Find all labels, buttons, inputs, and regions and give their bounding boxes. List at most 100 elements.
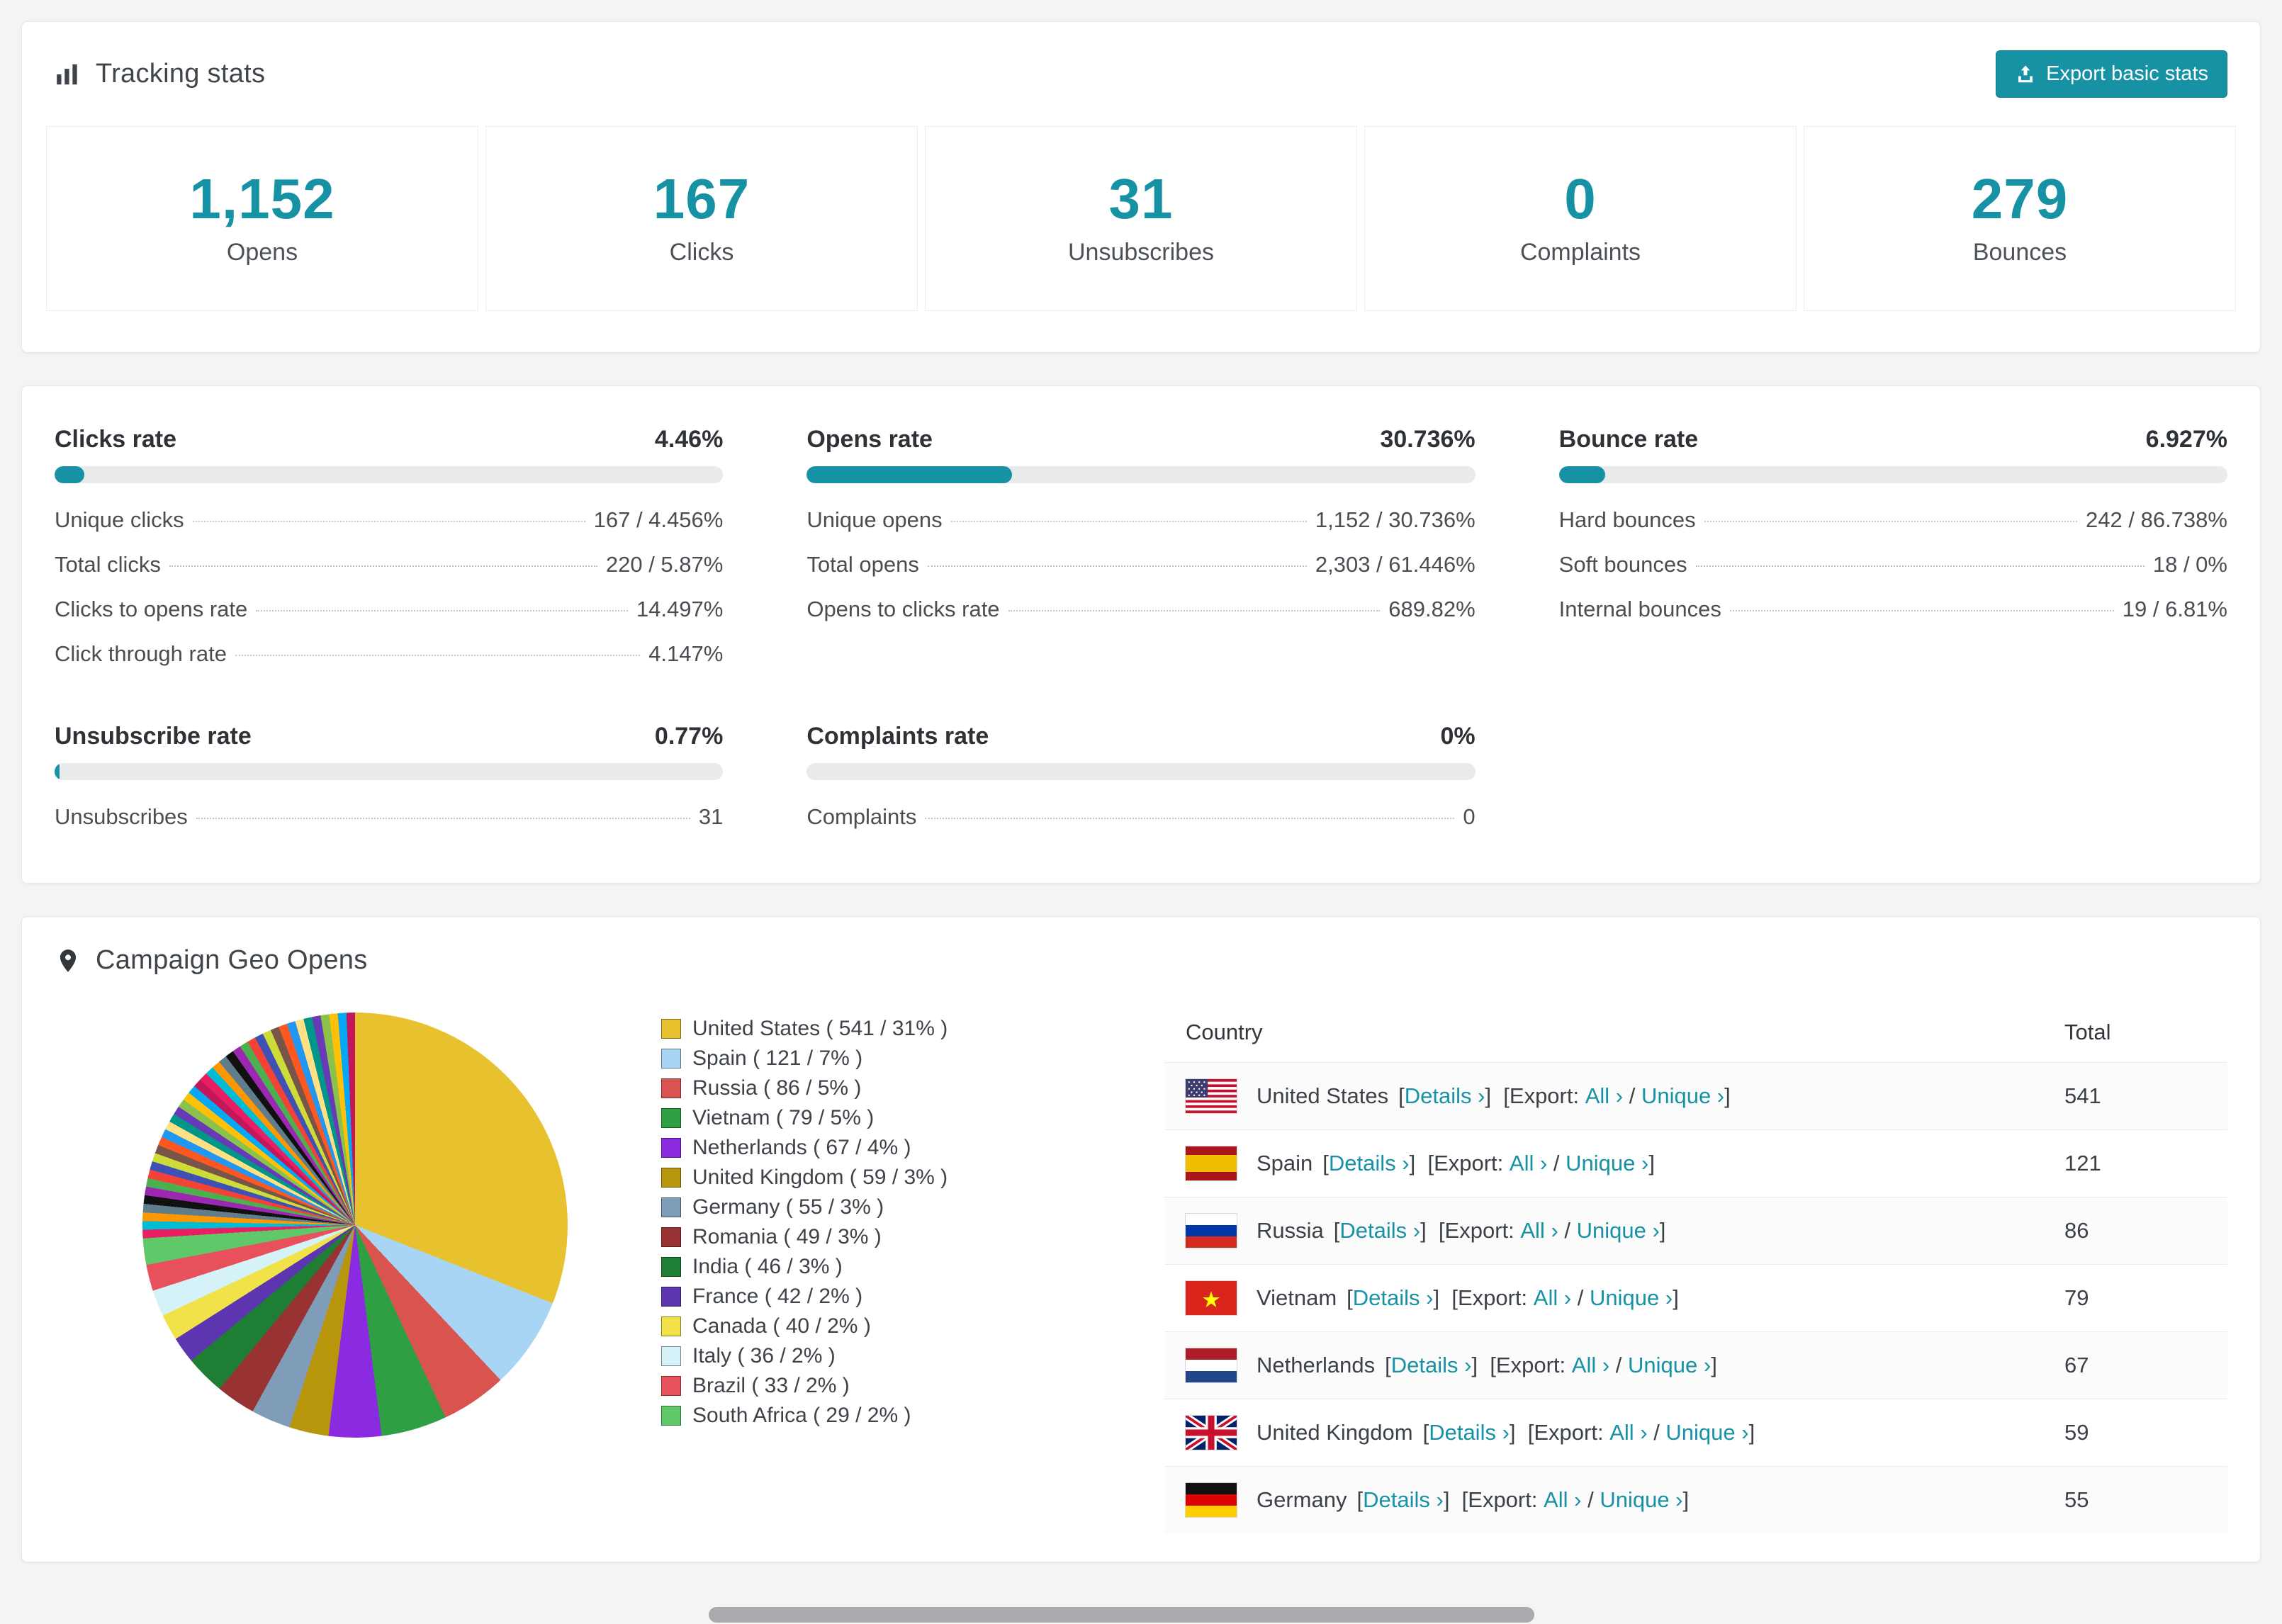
country-name: Germany — [1257, 1487, 1347, 1512]
legend-label: South Africa ( 29 / 2% ) — [692, 1404, 911, 1427]
legend-label: Romania ( 49 / 3% ) — [692, 1225, 882, 1248]
rate-value: 0.77% — [654, 723, 724, 750]
details-link[interactable]: Details › — [1405, 1083, 1485, 1109]
geo-table-header: Country Total — [1164, 1001, 2227, 1062]
country-total: 55 — [2064, 1487, 2089, 1512]
details-link[interactable]: Details › — [1429, 1420, 1510, 1445]
geo-table: Country Total United States[Details ›] [… — [1164, 1001, 2227, 1533]
export-all-link[interactable]: All › — [1585, 1083, 1623, 1109]
separator: / — [1647, 1420, 1666, 1445]
flag-es-icon — [1186, 1146, 1237, 1180]
details-link[interactable]: Details › — [1391, 1353, 1472, 1378]
export-unique-link[interactable]: Unique › — [1628, 1353, 1711, 1378]
rate-row: Total opens 2,303 / 61.446% — [806, 542, 1475, 587]
export-unique-link[interactable]: Unique › — [1590, 1285, 1673, 1311]
country-cell: Netherlands[Details ›] [Export: All › / … — [1186, 1348, 2064, 1382]
legend-swatch — [661, 1019, 681, 1039]
flag-ru-icon — [1186, 1214, 1237, 1248]
stat-label: Complaints — [1519, 239, 1641, 266]
rate-block-complaints: Complaints rate 0% Complaints 0 — [806, 723, 1476, 839]
dotted-leader — [256, 610, 628, 611]
dotted-leader — [1704, 521, 2078, 522]
legend-label: Vietnam ( 79 / 5% ) — [692, 1106, 875, 1129]
country-name: Netherlands — [1257, 1353, 1376, 1377]
rate-row-value: 31 — [698, 804, 724, 829]
bracket: ] — [1724, 1083, 1731, 1108]
rate-block-opens: Opens rate 30.736% Unique opens 1,152 / … — [806, 426, 1476, 676]
flag-vn-icon — [1186, 1281, 1237, 1315]
table-row: Vietnam [Details ›] [Export: All › / Uniq… — [1164, 1264, 2227, 1331]
export-all-link[interactable]: All › — [1510, 1151, 1547, 1176]
legend-swatch — [661, 1108, 681, 1128]
legend-item: South Africa ( 29 / 2% ) — [661, 1404, 948, 1428]
legend-label: United Kingdom ( 59 / 3% ) — [692, 1166, 948, 1189]
legend-swatch — [661, 1197, 681, 1217]
table-row: Netherlands[Details ›] [Export: All › / … — [1164, 1331, 2227, 1399]
export-unique-link[interactable]: Unique › — [1566, 1151, 1648, 1176]
export-unique-link[interactable]: Unique › — [1577, 1218, 1660, 1244]
legend-label: Brazil ( 33 / 2% ) — [692, 1374, 850, 1397]
bracket: [ — [1422, 1420, 1429, 1445]
export-all-link[interactable]: All › — [1520, 1218, 1558, 1244]
bracket: ] — [1648, 1151, 1655, 1175]
country-cell: Vietnam [Details ›] [Export: All › / Uniq… — [1186, 1281, 2064, 1315]
export-all-link[interactable]: All › — [1572, 1353, 1609, 1378]
country-total: 86 — [2064, 1218, 2089, 1243]
country-cell: Spain [Details ›] [Export: All › / Unique… — [1186, 1146, 2064, 1180]
export-all-link[interactable]: All › — [1609, 1420, 1647, 1445]
legend-swatch — [661, 1078, 681, 1098]
legend-item: Netherlands ( 67 / 4% ) — [661, 1136, 948, 1160]
flag-nl-icon — [1186, 1348, 1237, 1382]
export-icon — [2015, 64, 2036, 85]
rate-row-label: Soft bounces — [1558, 552, 1687, 577]
stat-label: Opens — [226, 239, 298, 266]
stat-box: 31 Unsubscribes — [925, 126, 1357, 311]
bracket: [ — [1333, 1218, 1340, 1243]
rate-progress-fill — [1558, 466, 1605, 483]
details-link[interactable]: Details › — [1363, 1487, 1444, 1513]
rate-progress-bar — [1558, 466, 2227, 483]
rate-row: Unique opens 1,152 / 30.736% — [806, 497, 1475, 542]
export-basic-stats-button[interactable]: Export basic stats — [1996, 50, 2227, 98]
horizontal-scrollbar[interactable] — [709, 1607, 1534, 1623]
rate-row-label: Complaints — [806, 804, 917, 829]
export-unique-link[interactable]: Unique › — [1600, 1487, 1682, 1513]
rate-block-unsubscribe: Unsubscribe rate 0.77% Unsubscribes 31 — [55, 723, 724, 839]
stat-value: 0 — [1564, 167, 1597, 230]
stat-box: 0 Complaints — [1364, 126, 1797, 311]
rate-row: Total clicks 220 / 5.87% — [55, 542, 723, 587]
rates-card: Clicks rate 4.46% Unique clicks 167 / 4.… — [21, 385, 2261, 884]
legend-item: Canada ( 40 / 2% ) — [661, 1314, 948, 1338]
rate-row: Clicks to opens rate 14.497% — [55, 587, 723, 631]
country-name: United Kingdom — [1257, 1420, 1413, 1445]
rate-row-label: Internal bounces — [1558, 597, 1721, 621]
details-link[interactable]: Details › — [1339, 1218, 1420, 1244]
page: Tracking stats Export basic stats 1,152 … — [0, 0, 2282, 1562]
dotted-leader — [169, 565, 597, 567]
legend-item: United Kingdom ( 59 / 3% ) — [661, 1166, 948, 1190]
export-unique-link[interactable]: Unique › — [1665, 1420, 1748, 1445]
legend-label: Spain ( 121 / 7% ) — [692, 1047, 863, 1070]
table-row: United Kingdom [Details ›] [Export: All ›… — [1164, 1399, 2227, 1466]
rate-value: 6.927% — [2145, 426, 2227, 453]
rate-row-label: Unique clicks — [55, 507, 184, 532]
country-cell: Russia [Details ›] [Export: All › / Uniqu… — [1186, 1214, 2064, 1248]
geo-table-body: United States[Details ›] [Export: All › … — [1164, 1062, 2227, 1533]
export-unique-link[interactable]: Unique › — [1641, 1083, 1724, 1109]
legend-swatch — [661, 1316, 681, 1336]
export-all-link[interactable]: All › — [1534, 1285, 1571, 1311]
bracket: ] — [1682, 1487, 1690, 1512]
legend-swatch — [661, 1049, 681, 1068]
legend-item: United States ( 541 / 31% ) — [661, 1017, 948, 1041]
details-link[interactable]: Details › — [1329, 1151, 1410, 1176]
details-link[interactable]: Details › — [1353, 1285, 1434, 1311]
bracket: [ — [1398, 1083, 1405, 1108]
legend-swatch — [661, 1406, 681, 1426]
stat-label: Clicks — [669, 239, 734, 266]
separator: / — [1547, 1151, 1566, 1175]
rates-grid: Clicks rate 4.46% Unique clicks 167 / 4.… — [55, 426, 2227, 839]
legend-swatch — [661, 1376, 681, 1396]
rate-value: 0% — [1440, 723, 1476, 750]
export-all-link[interactable]: All › — [1544, 1487, 1581, 1513]
bracket: [ — [1322, 1151, 1329, 1175]
